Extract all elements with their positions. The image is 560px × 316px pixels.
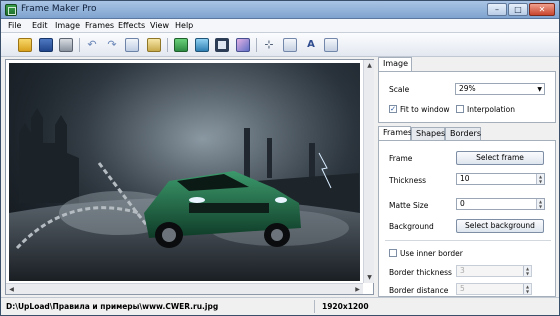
vertical-scrollbar[interactable]: ▲ ▼	[363, 60, 374, 283]
redo-icon[interactable]: ↷	[105, 38, 119, 52]
image-dimensions: 1920x1200	[322, 302, 369, 311]
interpolation-checkbox[interactable]	[456, 105, 464, 113]
frame-icon[interactable]	[215, 38, 229, 52]
tab-frames[interactable]: Frames	[378, 126, 412, 140]
copy-icon[interactable]	[125, 38, 139, 52]
save-icon[interactable]	[39, 38, 53, 52]
picture-icon[interactable]	[195, 38, 209, 52]
toolbar-separator	[256, 38, 257, 52]
border-thickness-input[interactable]: 3 ▲ ▼	[456, 265, 532, 277]
scroll-right-icon[interactable]: ▶	[352, 284, 363, 295]
scroll-down-icon[interactable]: ▼	[364, 272, 375, 283]
scale-select[interactable]: 29% ▼	[455, 83, 545, 95]
border-thickness-value: 3	[460, 266, 465, 275]
fit-to-window-label: Fit to window	[400, 105, 450, 114]
border-thickness-label: Border thickness	[389, 268, 452, 277]
title-bar[interactable]: Frame Maker Pro – □ ✕	[1, 1, 559, 19]
border-distance-value: 5	[460, 284, 465, 293]
maximize-button[interactable]: □	[508, 3, 528, 16]
app-logo-icon	[5, 4, 17, 16]
use-inner-border-checkbox[interactable]	[389, 249, 397, 257]
print-icon[interactable]	[59, 38, 73, 52]
scroll-left-icon[interactable]: ◀	[6, 284, 17, 295]
image-canvas[interactable]: ▲ ▼ ◀ ▶	[5, 59, 374, 295]
select-background-button[interactable]: Select background	[456, 219, 544, 233]
border-distance-stepper[interactable]: ▲ ▼	[523, 284, 531, 294]
preview-image	[9, 63, 360, 281]
chevron-down-icon: ▼	[537, 86, 542, 93]
tab-image[interactable]: Image	[378, 57, 412, 71]
file-path: D:\UpLoad\Правила и примеры\www.CWER.ru.…	[6, 302, 219, 311]
matte-size-value: 0	[460, 199, 465, 208]
brush-icon[interactable]	[236, 38, 250, 52]
scale-label: Scale	[389, 85, 410, 94]
menu-help[interactable]: Help	[175, 21, 193, 30]
minimize-button[interactable]: –	[487, 3, 507, 16]
fit-to-window-checkbox[interactable]: ✓	[389, 105, 397, 113]
menu-view[interactable]: View	[150, 21, 169, 30]
frames-settings: Frame Select frame Thickness 10 ▲ ▼ Matte…	[378, 140, 556, 297]
app-window: Frame Maker Pro – □ ✕ File Edit Image Fr…	[0, 0, 560, 316]
toolbar: ↶ ↷ ⊹ A	[1, 33, 559, 57]
menu-image[interactable]: Image	[55, 21, 80, 30]
thickness-stepper[interactable]: ▲ ▼	[536, 174, 544, 184]
frame-label: Frame	[389, 154, 413, 163]
toolbar-separator	[167, 38, 168, 52]
section-divider	[385, 240, 551, 241]
scale-value: 29%	[459, 84, 476, 93]
thickness-input[interactable]: 10 ▲ ▼	[456, 173, 545, 185]
resize-icon[interactable]	[283, 38, 297, 52]
menu-edit[interactable]: Edit	[32, 21, 48, 30]
status-bar: D:\UpLoad\Правила и примеры\www.CWER.ru.…	[1, 297, 559, 315]
crop-icon[interactable]: ⊹	[262, 38, 276, 52]
settings-panel: Image Scale 29% ▼ ✓ Fit to window Interp…	[376, 57, 559, 297]
matte-size-input[interactable]: 0 ▲ ▼	[456, 198, 545, 210]
menu-bar: File Edit Image Frames Effects View Help	[1, 19, 559, 33]
border-thickness-stepper[interactable]: ▲ ▼	[523, 266, 531, 276]
document-icon[interactable]	[324, 38, 338, 52]
status-divider	[314, 300, 315, 313]
matte-size-label: Matte Size	[389, 201, 429, 210]
window-title: Frame Maker Pro	[21, 4, 97, 14]
image-settings: Scale 29% ▼ ✓ Fit to window Interpolatio…	[378, 71, 556, 123]
border-distance-label: Border distance	[389, 286, 449, 295]
scroll-up-icon[interactable]: ▲	[364, 60, 375, 71]
interpolation-label: Interpolation	[467, 105, 515, 114]
toolbar-separator	[79, 38, 80, 52]
background-label: Background	[389, 222, 434, 231]
matte-size-stepper[interactable]: ▲ ▼	[536, 199, 544, 209]
select-frame-button[interactable]: Select frame	[456, 151, 544, 165]
tab-shapes[interactable]: Shapes	[411, 127, 445, 140]
menu-file[interactable]: File	[8, 21, 21, 30]
undo-icon[interactable]: ↶	[85, 38, 99, 52]
thickness-value: 10	[460, 174, 470, 183]
car-photo-illustration	[9, 63, 360, 281]
menu-effects[interactable]: Effects	[118, 21, 145, 30]
image-tool-icon[interactable]	[174, 38, 188, 52]
tab-borders[interactable]: Borders	[445, 127, 481, 140]
menu-frames[interactable]: Frames	[85, 21, 114, 30]
border-distance-input[interactable]: 5 ▲ ▼	[456, 283, 532, 295]
use-inner-border-label: Use inner border	[400, 249, 463, 258]
open-icon[interactable]	[18, 38, 32, 52]
paste-icon[interactable]	[147, 38, 161, 52]
text-icon[interactable]: A	[304, 38, 318, 52]
horizontal-scrollbar[interactable]: ◀ ▶	[6, 283, 363, 294]
close-button[interactable]: ✕	[529, 3, 555, 16]
thickness-label: Thickness	[389, 176, 427, 185]
